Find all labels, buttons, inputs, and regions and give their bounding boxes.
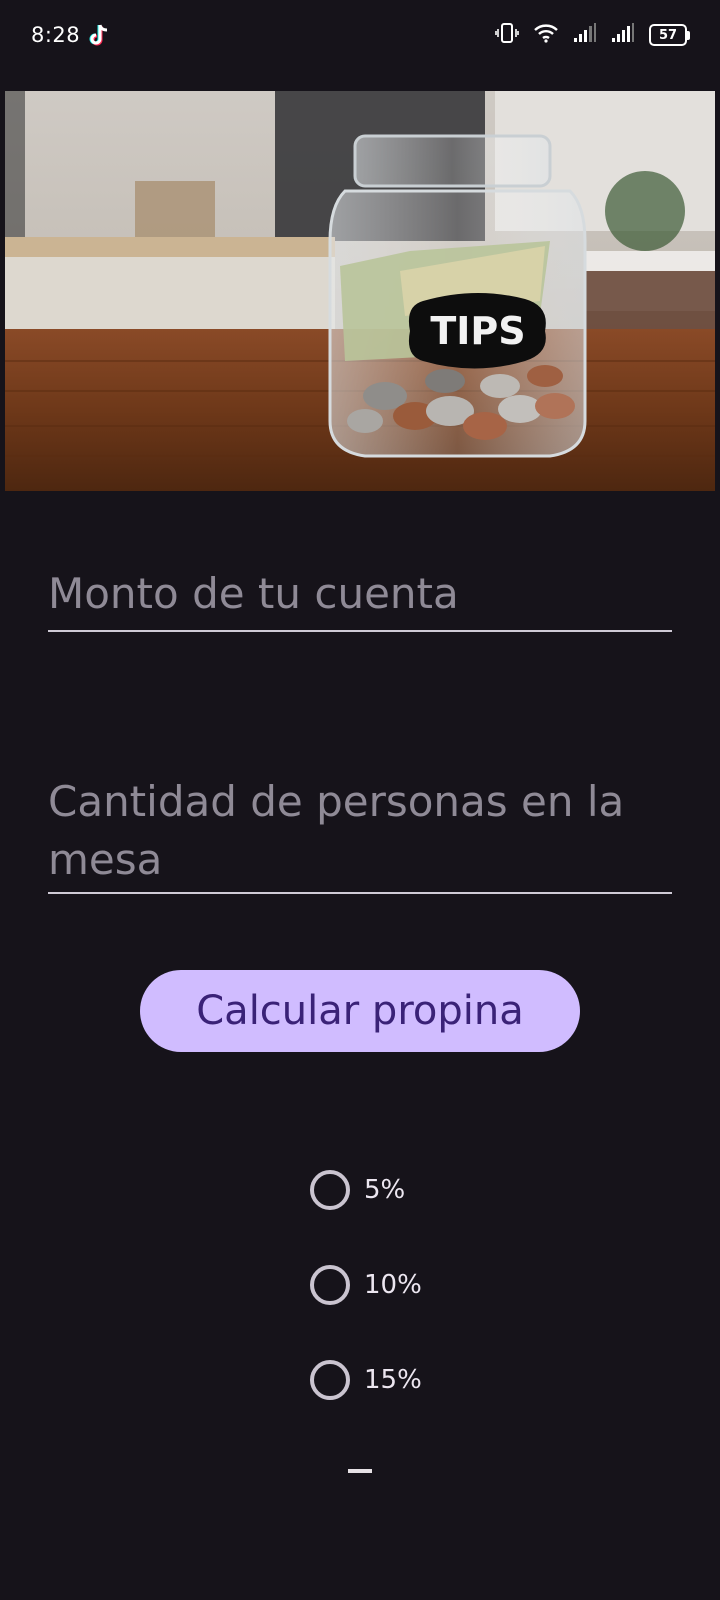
radio-unselected-icon[interactable] (310, 1360, 350, 1400)
app-screen: 8:28 57 TIPS Monto de tu cuenta Cantidad… (0, 0, 720, 1600)
wifi-icon (533, 22, 559, 48)
vibrate-icon (495, 21, 519, 49)
battery-tip (687, 30, 690, 40)
status-left: 8:28 (31, 23, 110, 47)
status-right: 57 (495, 21, 690, 49)
calculate-tip-button[interactable]: Calcular propina (140, 970, 580, 1052)
tiktok-icon (88, 23, 110, 47)
tip-jar-image: TIPS (5, 91, 715, 491)
status-time: 8:28 (31, 23, 81, 47)
people-count-input[interactable]: Cantidad de personas en la mesa (48, 773, 672, 894)
signal-icon (573, 22, 597, 48)
bill-amount-placeholder: Monto de tu cuenta (48, 569, 459, 618)
status-bar: 8:28 57 (0, 0, 720, 70)
tip-option-5[interactable]: 5% (310, 1168, 405, 1212)
tip-result (348, 1469, 372, 1473)
tip-option-10[interactable]: 10% (310, 1263, 422, 1307)
tip-option-label: 10% (364, 1270, 422, 1300)
battery-icon: 57 (649, 24, 690, 46)
radio-unselected-icon[interactable] (310, 1265, 350, 1305)
signal-icon (611, 22, 635, 48)
battery-level: 57 (649, 24, 687, 46)
bill-amount-input[interactable]: Monto de tu cuenta (48, 565, 672, 632)
tip-option-label: 15% (364, 1365, 422, 1395)
jar-label-text: TIPS (430, 309, 525, 353)
radio-unselected-icon[interactable] (310, 1170, 350, 1210)
people-count-placeholder: Cantidad de personas en la mesa (48, 777, 625, 884)
tip-option-15[interactable]: 15% (310, 1358, 422, 1402)
tip-option-label: 5% (364, 1175, 406, 1205)
